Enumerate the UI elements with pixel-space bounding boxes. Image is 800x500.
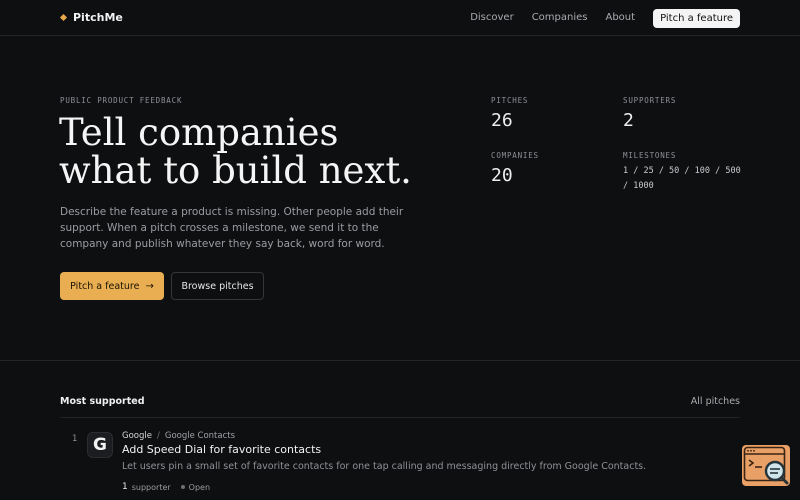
brand-logo[interactable]: PitchMe: [59, 11, 123, 24]
stat-companies-value: 20: [491, 165, 513, 186]
all-pitches-link[interactable]: All pitches: [691, 396, 740, 407]
supporter-count: 1: [122, 482, 128, 492]
pitch-meta: 1 supporter Open: [122, 482, 210, 492]
google-logo-icon: G: [93, 435, 107, 455]
status-dot-icon: [180, 485, 185, 489]
stat-milestones-label: MILESTONES: [623, 151, 677, 160]
pitch-description: Let users pin a small set of favorite co…: [122, 461, 647, 472]
stat-milestones-value: 1 / 25 / 50 / 100 / 500 / 1000: [623, 166, 741, 191]
stat-companies-label: COMPANIES: [491, 151, 539, 160]
main-nav: Discover Companies About Pitch a feature: [470, 8, 740, 28]
pitch-rank: 1: [72, 434, 78, 444]
supporter-label: supporter: [131, 482, 171, 492]
browse-pitches-button[interactable]: Browse pitches: [171, 272, 264, 300]
stat-supporters-value: 2: [623, 110, 634, 131]
stat-pitches-label: PITCHES: [491, 96, 529, 105]
feedback-widget-button[interactable]: [742, 445, 790, 486]
hero-headline: Tell companies what to build next.: [59, 114, 469, 190]
most-supported-heading: Most supported: [60, 396, 145, 407]
headline-line-2: what to build next.: [59, 149, 412, 192]
stat-pitches-value: 26: [491, 110, 513, 131]
stat-supporters: SUPPORTERS 2: [623, 96, 676, 131]
nav-pitch-feature-button[interactable]: Pitch a feature: [653, 8, 740, 28]
hero-eyebrow: PUBLIC PRODUCT FEEDBACK: [60, 96, 183, 105]
diamond-icon: [59, 13, 68, 22]
pitch-feature-label: Pitch a feature: [70, 280, 140, 292]
nav-discover[interactable]: Discover: [470, 8, 514, 28]
pitch-feature-button[interactable]: Pitch a feature →: [60, 272, 164, 300]
hero-subtext: Describe the feature a product is missin…: [60, 206, 404, 250]
product-link[interactable]: Google Contacts: [165, 431, 235, 441]
stat-milestones: MILESTONES 1 / 25 / 50 / 100 / 500 / 100…: [623, 151, 743, 194]
browser-search-icon: [743, 446, 789, 485]
pitch-status: Open: [188, 482, 211, 492]
stat-supporters-label: SUPPORTERS: [623, 96, 677, 105]
stat-companies: COMPANIES 20: [491, 151, 539, 186]
arrow-right-icon: →: [145, 280, 154, 292]
nav-about[interactable]: About: [605, 8, 635, 28]
pitch-breadcrumb: Google / Google Contacts: [122, 431, 235, 441]
breadcrumb-separator: /: [156, 431, 160, 441]
top-nav: PitchMe Discover Companies About Pitch a…: [0, 0, 800, 36]
company-avatar: G: [87, 432, 113, 458]
pitch-title[interactable]: Add Speed Dial for favorite contacts: [122, 443, 321, 456]
section-divider: [0, 360, 800, 361]
browse-pitches-label: Browse pitches: [181, 280, 254, 292]
list-item[interactable]: 1 G Google / Google Contacts Add Speed D…: [60, 418, 740, 500]
stat-pitches: PITCHES 26: [491, 96, 528, 131]
nav-companies[interactable]: Companies: [532, 8, 588, 28]
page: PitchMe Discover Companies About Pitch a…: [0, 0, 800, 500]
brand-name: PitchMe: [73, 11, 123, 24]
headline-line-1: Tell companies: [59, 111, 339, 154]
company-link[interactable]: Google: [122, 431, 152, 441]
